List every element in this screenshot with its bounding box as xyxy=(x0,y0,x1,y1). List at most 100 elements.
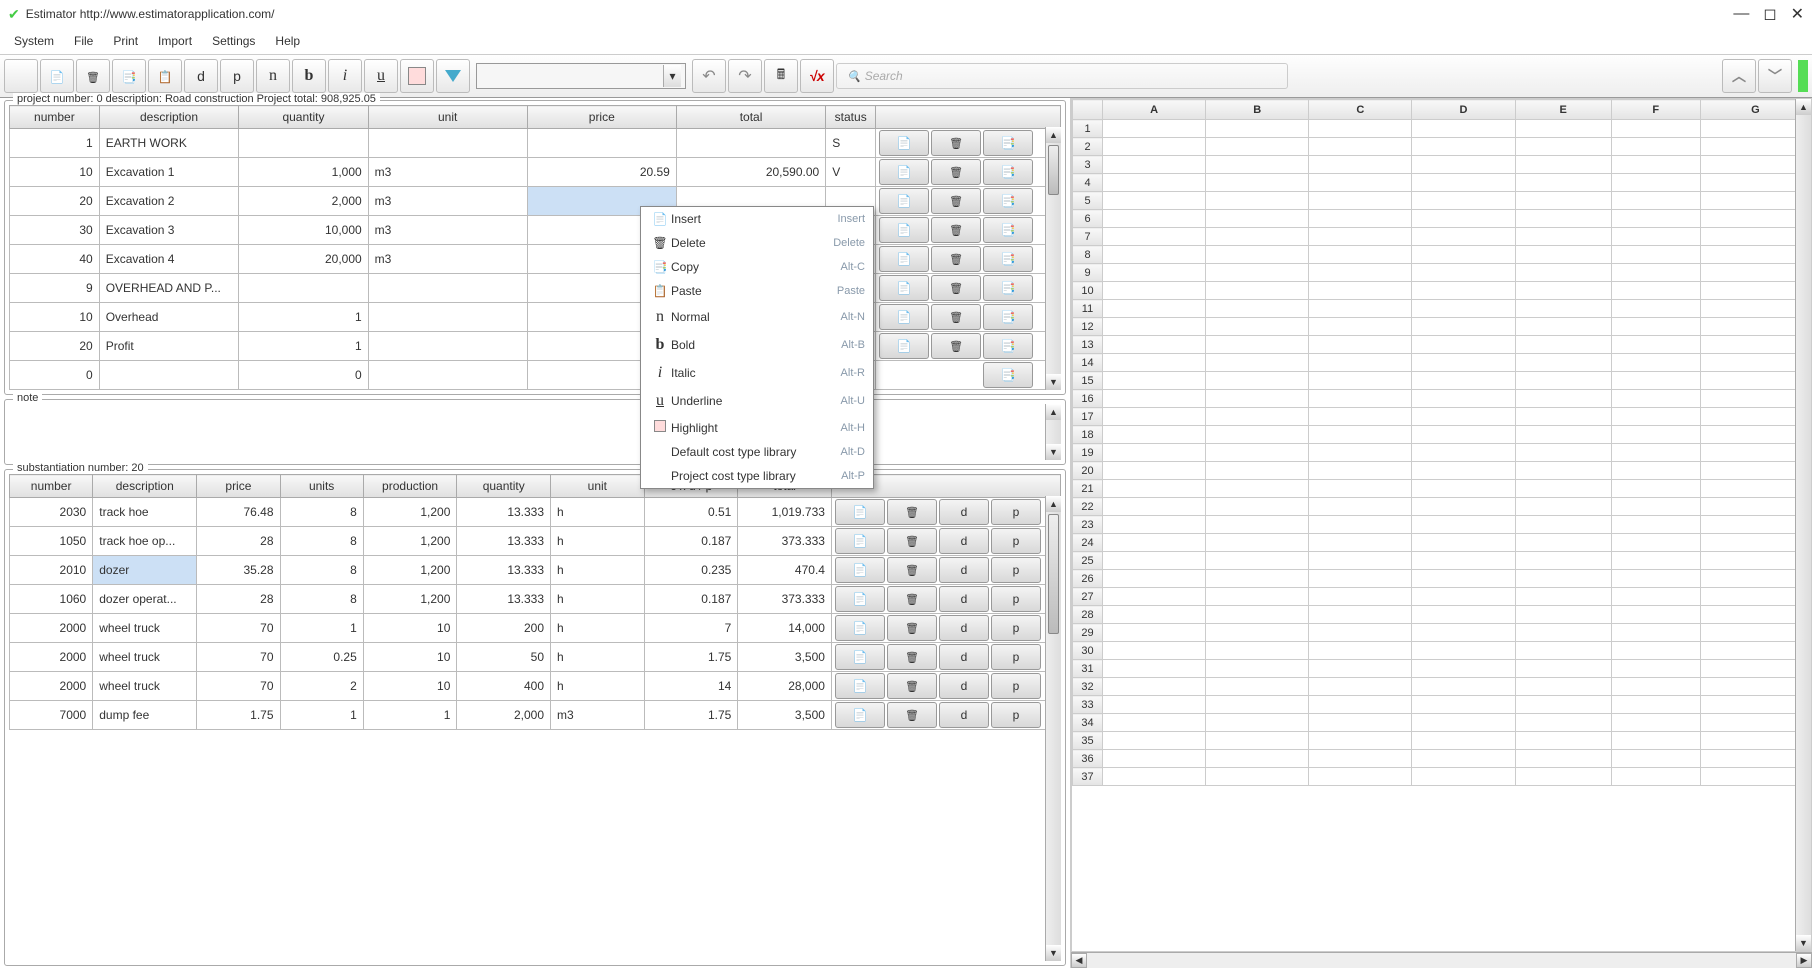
copy-button[interactable] xyxy=(112,59,146,93)
sheet-row-7[interactable]: 7 xyxy=(1073,228,1103,246)
row-insert-button[interactable] xyxy=(879,188,929,214)
sheet-cell[interactable] xyxy=(1611,696,1700,714)
sheet-cell[interactable] xyxy=(1103,156,1206,174)
project-row[interactable]: 9OVERHEAD AND P... xyxy=(10,274,1061,303)
sheet-cell[interactable] xyxy=(1309,642,1412,660)
sheet-cell[interactable] xyxy=(1206,354,1309,372)
row-copy-button[interactable] xyxy=(983,362,1033,388)
sheet-cell[interactable] xyxy=(1206,138,1309,156)
sheet-cell[interactable] xyxy=(1103,372,1206,390)
project-row[interactable]: 30Excavation 310,000m3 xyxy=(10,216,1061,245)
sheet-cell[interactable] xyxy=(1103,228,1206,246)
ctx-copy[interactable]: 📑CopyAlt-C xyxy=(641,255,873,279)
sheet-cell[interactable] xyxy=(1412,462,1515,480)
sheet-cell[interactable] xyxy=(1309,444,1412,462)
sheet-cell[interactable] xyxy=(1700,408,1810,426)
sheet-cell[interactable] xyxy=(1412,768,1515,786)
row-p-button[interactable]: p xyxy=(991,644,1041,670)
d-button[interactable]: d xyxy=(184,59,218,93)
sheet-cell[interactable] xyxy=(1206,228,1309,246)
row-insert-button[interactable] xyxy=(835,673,885,699)
sheet-cell[interactable] xyxy=(1700,516,1810,534)
sheet-cell[interactable] xyxy=(1103,714,1206,732)
sheet-cell[interactable] xyxy=(1515,390,1611,408)
substantiation-row[interactable]: 1060dozer operat...2881,20013.333h0.1873… xyxy=(10,585,1061,614)
sheet-row-35[interactable]: 35 xyxy=(1073,732,1103,750)
project-row[interactable]: 20Profit143 xyxy=(10,332,1061,361)
ctx-project-cost-type-library[interactable]: Project cost type libraryAlt-P xyxy=(641,464,873,488)
sheet-cell[interactable] xyxy=(1611,534,1700,552)
sheet-row-18[interactable]: 18 xyxy=(1073,426,1103,444)
sheet-cell[interactable] xyxy=(1206,660,1309,678)
row-p-button[interactable]: p xyxy=(991,615,1041,641)
sheet-cell[interactable] xyxy=(1412,300,1515,318)
sheet-row-14[interactable]: 14 xyxy=(1073,354,1103,372)
sheet-cell[interactable] xyxy=(1309,192,1412,210)
substantiation-row[interactable]: 2000wheel truck700.251050h1.753,500dp xyxy=(10,643,1061,672)
sheet-cell[interactable] xyxy=(1515,354,1611,372)
sheet-cell[interactable] xyxy=(1309,516,1412,534)
sheet-cell[interactable] xyxy=(1206,624,1309,642)
ctx-bold[interactable]: bBoldAlt-B xyxy=(641,331,873,359)
sheet-cell[interactable] xyxy=(1103,264,1206,282)
sheet-cell[interactable] xyxy=(1412,552,1515,570)
sheet-row-24[interactable]: 24 xyxy=(1073,534,1103,552)
sheet-row-34[interactable]: 34 xyxy=(1073,714,1103,732)
col-status[interactable]: status xyxy=(826,106,876,129)
row-delete-button[interactable] xyxy=(931,130,981,156)
project-scrollbar[interactable]: ▲ ▼ xyxy=(1045,127,1061,390)
sheet-cell[interactable] xyxy=(1611,570,1700,588)
sheet-cell[interactable] xyxy=(1515,480,1611,498)
sheet-cell[interactable] xyxy=(1700,498,1810,516)
sheet-cell[interactable] xyxy=(1309,228,1412,246)
col-description[interactable]: description xyxy=(93,475,197,498)
sheet-cell[interactable] xyxy=(1309,336,1412,354)
sheet-cell[interactable] xyxy=(1206,462,1309,480)
sheet-cell[interactable] xyxy=(1412,336,1515,354)
row-insert-button[interactable] xyxy=(835,528,885,554)
sheet-col-D[interactable]: D xyxy=(1412,100,1515,120)
sheet-col-C[interactable]: C xyxy=(1309,100,1412,120)
sheet-row-4[interactable]: 4 xyxy=(1073,174,1103,192)
sheet-cell[interactable] xyxy=(1700,768,1810,786)
sheet-cell[interactable] xyxy=(1515,156,1611,174)
row-delete-button[interactable] xyxy=(931,159,981,185)
row-insert-button[interactable] xyxy=(879,246,929,272)
sheet-cell[interactable] xyxy=(1103,462,1206,480)
sheet-cell[interactable] xyxy=(1206,444,1309,462)
sheet-cell[interactable] xyxy=(1700,426,1810,444)
sheet-cell[interactable] xyxy=(1103,408,1206,426)
sheet-col-G[interactable]: G xyxy=(1700,100,1810,120)
sheet-cell[interactable] xyxy=(1700,390,1810,408)
sheet-cell[interactable] xyxy=(1515,372,1611,390)
sheet-cell[interactable] xyxy=(1309,120,1412,138)
sheet-cell[interactable] xyxy=(1309,498,1412,516)
row-delete-button[interactable] xyxy=(931,304,981,330)
sheet-cell[interactable] xyxy=(1611,480,1700,498)
project-row[interactable]: 1EARTH WORKS xyxy=(10,129,1061,158)
col-unit[interactable]: unit xyxy=(368,106,527,129)
menu-import[interactable]: Import xyxy=(148,30,202,52)
sheet-cell[interactable] xyxy=(1412,390,1515,408)
sheet-cell[interactable] xyxy=(1103,390,1206,408)
sheet-cell[interactable] xyxy=(1412,642,1515,660)
sheet-cell[interactable] xyxy=(1309,354,1412,372)
ctx-normal[interactable]: nNormalAlt-N xyxy=(641,303,873,331)
sheet-cell[interactable] xyxy=(1309,408,1412,426)
sheet-cell[interactable] xyxy=(1309,282,1412,300)
maximize-button[interactable]: ◻ xyxy=(1763,4,1776,24)
row-insert-button[interactable] xyxy=(835,702,885,728)
sheet-cell[interactable] xyxy=(1700,246,1810,264)
sheet-cell[interactable] xyxy=(1700,192,1810,210)
sheet-cell[interactable] xyxy=(1412,750,1515,768)
project-row[interactable]: 00 xyxy=(10,361,1061,390)
project-row[interactable]: 10Excavation 11,000m320.5920,590.00V xyxy=(10,158,1061,187)
sheet-cell[interactable] xyxy=(1412,228,1515,246)
sheet-cell[interactable] xyxy=(1611,192,1700,210)
sheet-cell[interactable] xyxy=(1611,246,1700,264)
row-copy-button[interactable] xyxy=(983,275,1033,301)
sheet-cell[interactable] xyxy=(1309,426,1412,444)
paste-button[interactable] xyxy=(148,59,182,93)
sheet-row-33[interactable]: 33 xyxy=(1073,696,1103,714)
sheet-cell[interactable] xyxy=(1515,516,1611,534)
